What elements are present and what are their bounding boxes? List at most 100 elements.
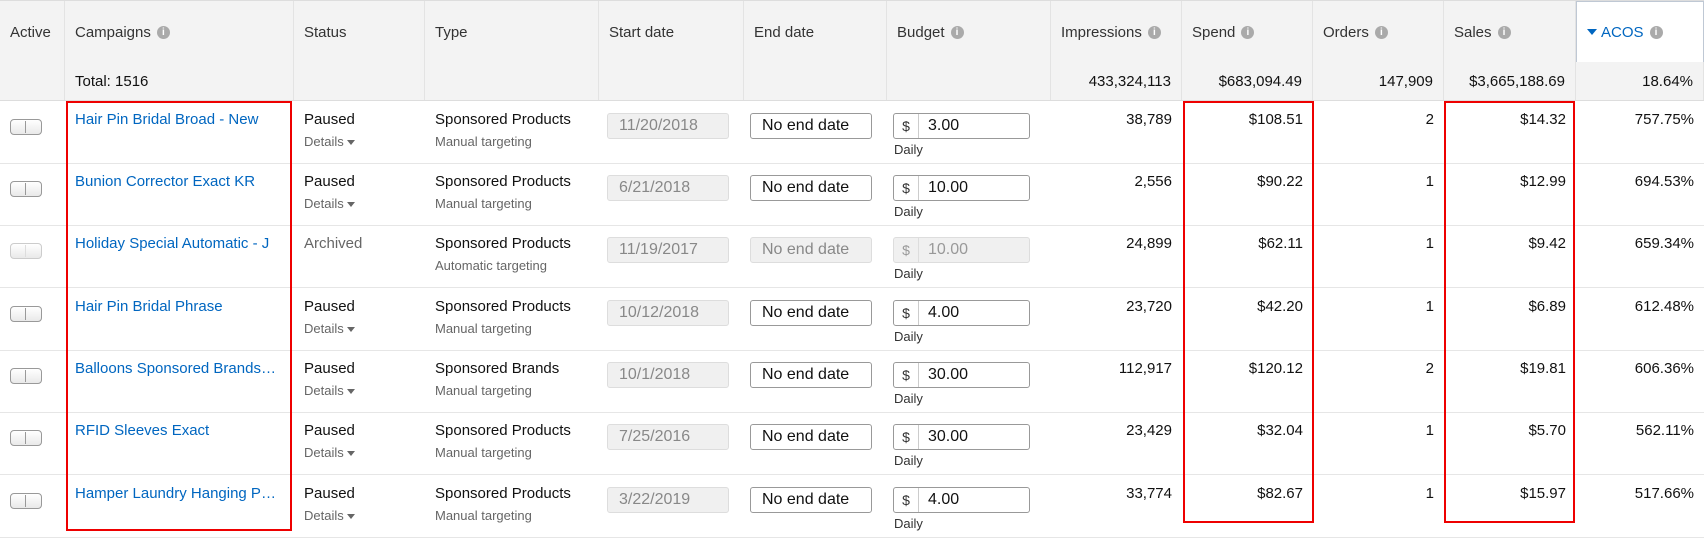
info-icon[interactable]: i <box>1147 25 1161 39</box>
col-sales[interactable]: Sales i <box>1444 1 1576 63</box>
budget-amount: 10.00 <box>928 179 969 196</box>
col-start-date[interactable]: Start date <box>599 1 744 63</box>
orders-cell: 1 <box>1425 485 1434 502</box>
active-toggle[interactable] <box>10 368 42 384</box>
details-label: Details <box>304 134 344 149</box>
budget-amount: 4.00 <box>928 304 960 321</box>
campaign-cell: Holiday Special Automatic - J <box>65 225 294 287</box>
col-spend[interactable]: Spend i <box>1182 1 1313 63</box>
info-icon[interactable]: i <box>1241 25 1255 39</box>
status-text: Paused <box>304 422 355 439</box>
col-impressions[interactable]: Impressions i <box>1051 1 1182 63</box>
table-row: Bunion Corrector Exact KR Paused Details… <box>0 163 1704 226</box>
info-icon[interactable]: i <box>1497 25 1511 39</box>
col-status[interactable]: Status <box>294 1 425 63</box>
budget-type: Daily <box>894 204 923 219</box>
acos-cell: 517.66% <box>1634 485 1694 502</box>
col-campaigns[interactable]: Campaigns i <box>65 1 294 63</box>
campaign-link[interactable]: RFID Sleeves Exact <box>75 422 280 439</box>
active-toggle[interactable] <box>10 181 42 197</box>
end-date-field[interactable]: No end date <box>750 487 872 513</box>
details-label: Details <box>304 196 344 211</box>
chevron-down-icon <box>346 389 355 395</box>
col-type[interactable]: Type <box>425 1 599 63</box>
budget-amount: 3.00 <box>928 117 960 134</box>
budget-input[interactable]: $ 30.00 <box>893 362 1030 388</box>
campaign-link[interactable]: Hamper Laundry Hanging P… <box>75 485 280 502</box>
start-date-cell: 7/25/2016 <box>599 412 744 474</box>
sales-cell: $15.97 <box>1520 485 1566 502</box>
active-toggle[interactable] <box>10 306 42 322</box>
details-dropdown[interactable]: Details <box>304 383 415 398</box>
active-cell <box>0 163 65 225</box>
budget-input[interactable]: $ 4.00 <box>893 487 1030 513</box>
table-header: Active Campaigns i Status Type Start date… <box>0 0 1704 64</box>
end-date-field[interactable]: No end date <box>750 362 872 388</box>
sales-cell: $5.70 <box>1528 422 1566 439</box>
budget-type: Daily <box>894 266 923 281</box>
col-status-label: Status <box>304 23 347 41</box>
campaign-link[interactable]: Hair Pin Bridal Phrase <box>75 298 280 315</box>
details-label: Details <box>304 383 344 398</box>
spend-cell: $120.12 <box>1248 360 1303 377</box>
spend-cell: $62.11 <box>1258 235 1303 252</box>
start-date-cell: 10/1/2018 <box>599 350 744 412</box>
budget-cell: $ 3.00 Daily <box>887 101 1051 163</box>
col-acos[interactable]: ACOS i <box>1576 1 1704 63</box>
end-date-field[interactable]: No end date <box>750 113 872 139</box>
col-type-label: Type <box>435 23 468 41</box>
budget-cell: $ 4.00 Daily <box>887 475 1051 537</box>
col-acos-label: ACOS <box>1601 23 1644 41</box>
col-sales-label: Sales <box>1454 23 1492 41</box>
table-row: Hamper Laundry Hanging P… Paused Details… <box>0 475 1704 538</box>
chevron-down-icon <box>346 451 355 457</box>
details-dropdown[interactable]: Details <box>304 445 415 460</box>
campaign-cell: Hair Pin Bridal Phrase <box>65 288 294 350</box>
col-budget-label: Budget <box>897 23 945 41</box>
info-icon[interactable]: i <box>950 25 964 39</box>
start-date-field: 11/20/2018 <box>607 113 729 139</box>
spend-cell: $32.04 <box>1257 422 1303 439</box>
info-icon[interactable]: i <box>1374 25 1388 39</box>
info-icon[interactable]: i <box>156 25 170 39</box>
start-date-cell: 11/19/2017 <box>599 225 744 287</box>
col-active[interactable]: Active <box>0 1 65 63</box>
currency-symbol: $ <box>894 176 919 200</box>
campaign-link[interactable]: Hair Pin Bridal Broad - New <box>75 111 280 128</box>
end-date-field[interactable]: No end date <box>750 175 872 201</box>
budget-input[interactable]: $ 3.00 <box>893 113 1030 139</box>
impressions-cell: 112,917 <box>1118 360 1172 377</box>
end-date-field[interactable]: No end date <box>750 300 872 326</box>
details-dropdown[interactable]: Details <box>304 508 415 523</box>
currency-symbol: $ <box>894 238 919 262</box>
budget-cell: $ 30.00 Daily <box>887 350 1051 412</box>
acos-cell: 694.53% <box>1634 173 1694 190</box>
campaign-cell: Bunion Corrector Exact KR <box>65 163 294 225</box>
active-toggle[interactable] <box>10 119 42 135</box>
col-campaigns-label: Campaigns <box>75 23 151 41</box>
details-dropdown[interactable]: Details <box>304 134 415 149</box>
info-icon[interactable]: i <box>1649 25 1663 39</box>
details-dropdown[interactable]: Details <box>304 321 415 336</box>
col-budget[interactable]: Budget i <box>887 1 1051 63</box>
orders-cell: 1 <box>1425 173 1434 190</box>
details-label: Details <box>304 321 344 336</box>
col-end-date[interactable]: End date <box>744 1 887 63</box>
budget-input[interactable]: $ 10.00 <box>893 175 1030 201</box>
end-date-cell: No end date <box>744 163 887 225</box>
end-date-field[interactable]: No end date <box>750 424 872 450</box>
status-cell: Paused Details <box>294 101 425 163</box>
details-dropdown[interactable]: Details <box>304 196 415 211</box>
campaign-link[interactable]: Holiday Special Automatic - J <box>75 235 280 252</box>
budget-input[interactable]: $ 4.00 <box>893 300 1030 326</box>
sales-cell: $12.99 <box>1520 173 1566 190</box>
active-toggle[interactable] <box>10 493 42 509</box>
campaign-link[interactable]: Balloons Sponsored Brands … <box>75 360 280 377</box>
campaign-link[interactable]: Bunion Corrector Exact KR <box>75 173 280 190</box>
totals-acos: 18.64% <box>1576 62 1704 100</box>
budget-input[interactable]: $ 30.00 <box>893 424 1030 450</box>
active-toggle[interactable] <box>10 430 42 446</box>
acos-cell: 612.48% <box>1634 298 1694 315</box>
start-date-field: 6/21/2018 <box>607 175 729 201</box>
col-orders[interactable]: Orders i <box>1313 1 1444 63</box>
